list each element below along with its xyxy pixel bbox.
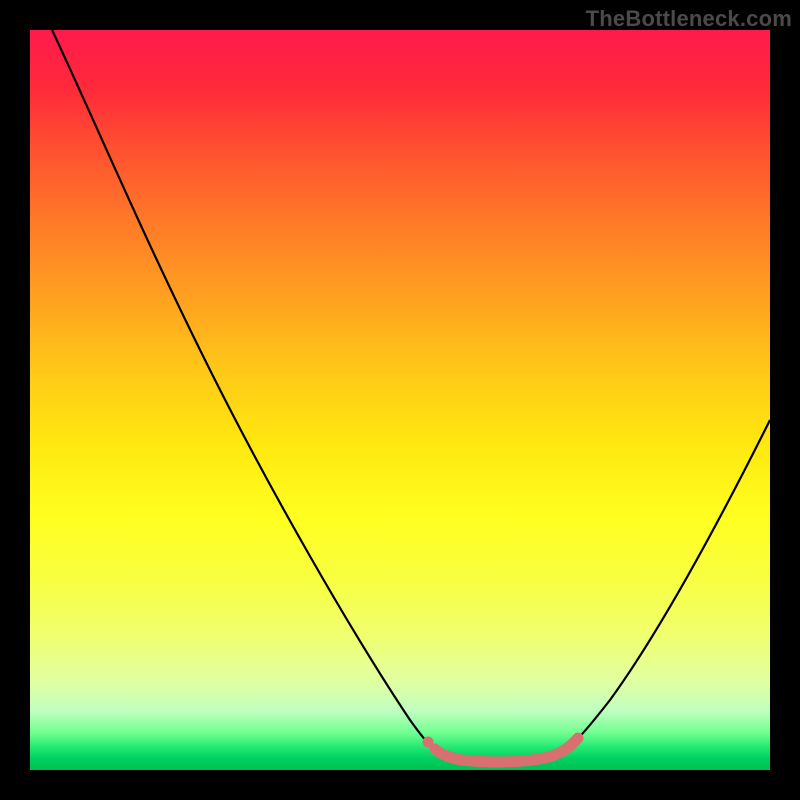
bottleneck-curve: [52, 30, 770, 762]
chart-svg: [30, 30, 770, 770]
watermark-text: TheBottleneck.com: [586, 6, 792, 32]
optimal-zone-highlight: [435, 738, 578, 762]
chart-container: TheBottleneck.com: [0, 0, 800, 800]
optimal-zone-start-dot: [423, 737, 434, 748]
